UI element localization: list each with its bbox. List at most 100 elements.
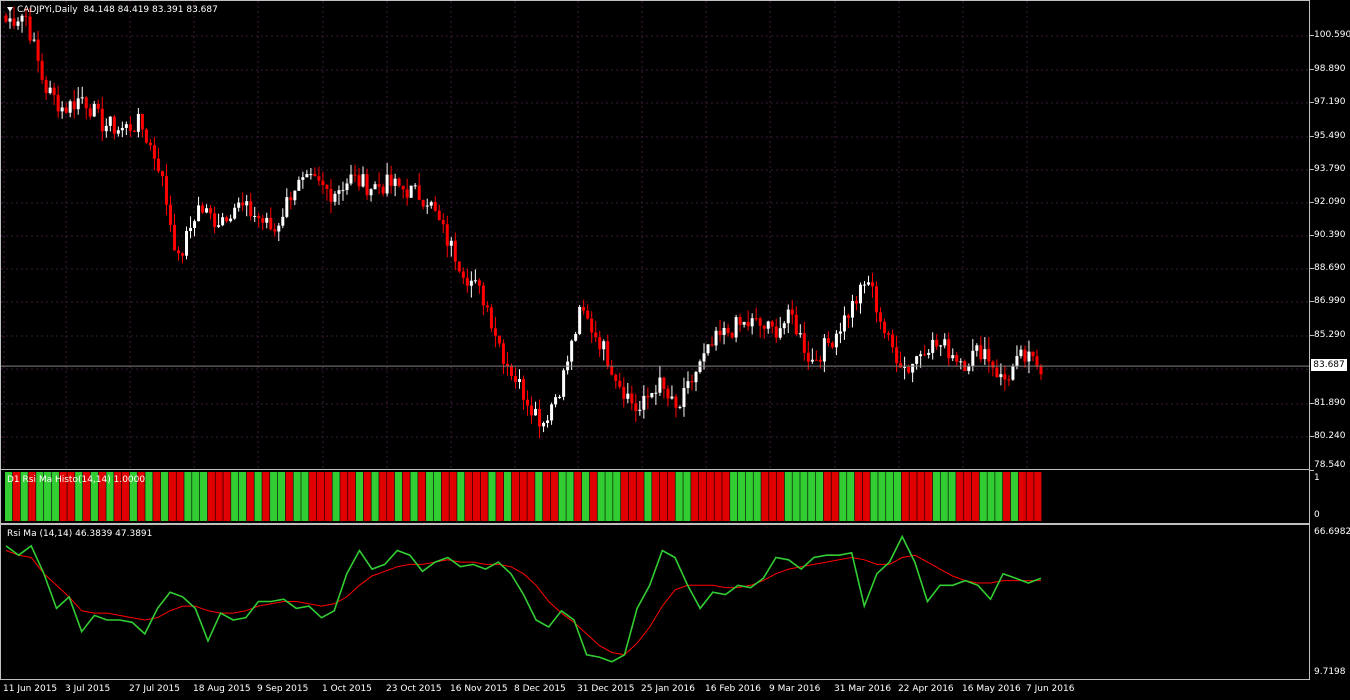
candle-body	[289, 197, 293, 201]
candle-body	[939, 345, 943, 347]
candle-body	[377, 184, 381, 187]
candle-body	[333, 193, 337, 202]
histo-bar	[238, 472, 247, 521]
chart-header: CADJPYi,Daily 84.148 84.419 83.391 83.68…	[7, 5, 218, 16]
candle-body	[642, 395, 646, 410]
histo-bar	[878, 472, 886, 521]
time-tick: 11 Jun 2015	[3, 684, 58, 694]
candle-body	[534, 408, 538, 416]
histo-bar	[652, 472, 660, 521]
rsi-axis-top: 66.6982	[1314, 527, 1350, 537]
candle-body	[361, 174, 365, 187]
histo-bar	[207, 472, 215, 521]
candle-body	[465, 277, 469, 286]
candle-body	[698, 361, 702, 372]
histo-bar	[340, 472, 348, 521]
candle-body	[806, 352, 810, 362]
candle-body	[337, 190, 341, 194]
time-tick: 7 Jun 2016	[1026, 684, 1075, 694]
histo-bar	[457, 472, 465, 521]
candle-body	[112, 116, 116, 134]
candle-body	[738, 317, 742, 325]
histo-bar	[301, 472, 309, 521]
candle-body	[225, 217, 229, 222]
candle-body	[124, 124, 128, 128]
histo-bar	[956, 472, 964, 521]
candle-body	[205, 208, 209, 213]
candle-body	[858, 284, 862, 304]
candle-body	[185, 231, 189, 256]
histo-bar	[550, 472, 558, 521]
rsi-indicator-pane[interactable]: Rsi Ma (14,14) 46.3839 47.3891	[0, 524, 1310, 680]
candle-body	[947, 339, 951, 359]
candle-body	[56, 94, 60, 112]
candle-body	[12, 18, 16, 26]
histo-bar	[394, 472, 403, 521]
collapse-triangle-icon[interactable]	[7, 7, 13, 12]
price-tick: 97.190	[1314, 97, 1346, 107]
candle-body	[365, 174, 369, 196]
candle-body	[814, 359, 818, 361]
histo-indicator-pane[interactable]: D1 Rsi Ma Histo(14,14) 1.0000	[0, 469, 1310, 524]
candle-body	[309, 174, 313, 176]
candle-body	[193, 221, 197, 228]
price-tick: 81.890	[1314, 398, 1346, 408]
candle-body	[201, 205, 205, 213]
histo-bar	[776, 472, 785, 521]
candle-body	[618, 380, 622, 387]
candle-body	[429, 202, 433, 206]
candle-body	[497, 335, 501, 344]
candle-body	[790, 309, 794, 315]
chart-ohlc: 84.148 84.419 83.391 83.687	[83, 5, 218, 15]
histo-bar	[691, 472, 699, 521]
candle-body	[72, 101, 76, 110]
candle-body	[822, 338, 826, 362]
histo-bar	[917, 472, 925, 521]
histo-bar	[870, 472, 878, 521]
time-tick: 16 Feb 2016	[705, 684, 762, 694]
histo-bar	[808, 472, 816, 521]
histo-axis-top: 1	[1314, 473, 1320, 483]
candle-body	[132, 130, 136, 132]
candle-body	[469, 280, 473, 286]
candle-body	[96, 103, 100, 109]
candle-body	[570, 340, 574, 362]
candle-body	[810, 359, 814, 362]
candle-body	[899, 363, 903, 368]
candle-body	[614, 374, 618, 381]
candle-body	[574, 334, 578, 341]
candle-body	[710, 344, 714, 346]
histo-bar	[558, 472, 566, 521]
candle-body	[991, 361, 995, 368]
candle-body	[257, 216, 261, 219]
candle-body	[281, 216, 285, 226]
candle-body	[156, 158, 160, 172]
chart-symbol: CADJPYi,Daily	[17, 5, 78, 15]
candle-body	[48, 87, 52, 94]
candle-body	[237, 202, 241, 208]
candle-body	[903, 366, 907, 368]
candle-body	[233, 207, 237, 219]
histo-bar	[379, 472, 387, 521]
price-chart-pane[interactable]: CADJPYi,Daily 84.148 84.419 83.391 83.68…	[0, 0, 1310, 470]
candle-body	[995, 367, 999, 378]
candle-body	[44, 79, 48, 94]
candle-body	[730, 332, 734, 338]
histo-bar	[441, 472, 449, 521]
candle-body	[421, 199, 425, 207]
candle-body	[389, 174, 393, 186]
histo-bar	[504, 472, 512, 521]
candle-body	[385, 174, 389, 194]
candle-body	[317, 176, 321, 181]
candle-body	[177, 250, 180, 254]
candle-body	[409, 185, 413, 198]
histo-bar	[636, 472, 644, 521]
histo-bar	[800, 472, 808, 521]
candle-body	[321, 180, 325, 185]
candle-body	[285, 197, 289, 217]
histo-axis-bottom: 0	[1314, 510, 1320, 520]
histo-bar	[246, 472, 254, 521]
candle-body	[1011, 366, 1015, 380]
candle-body	[606, 341, 610, 366]
candle-body	[345, 183, 349, 191]
